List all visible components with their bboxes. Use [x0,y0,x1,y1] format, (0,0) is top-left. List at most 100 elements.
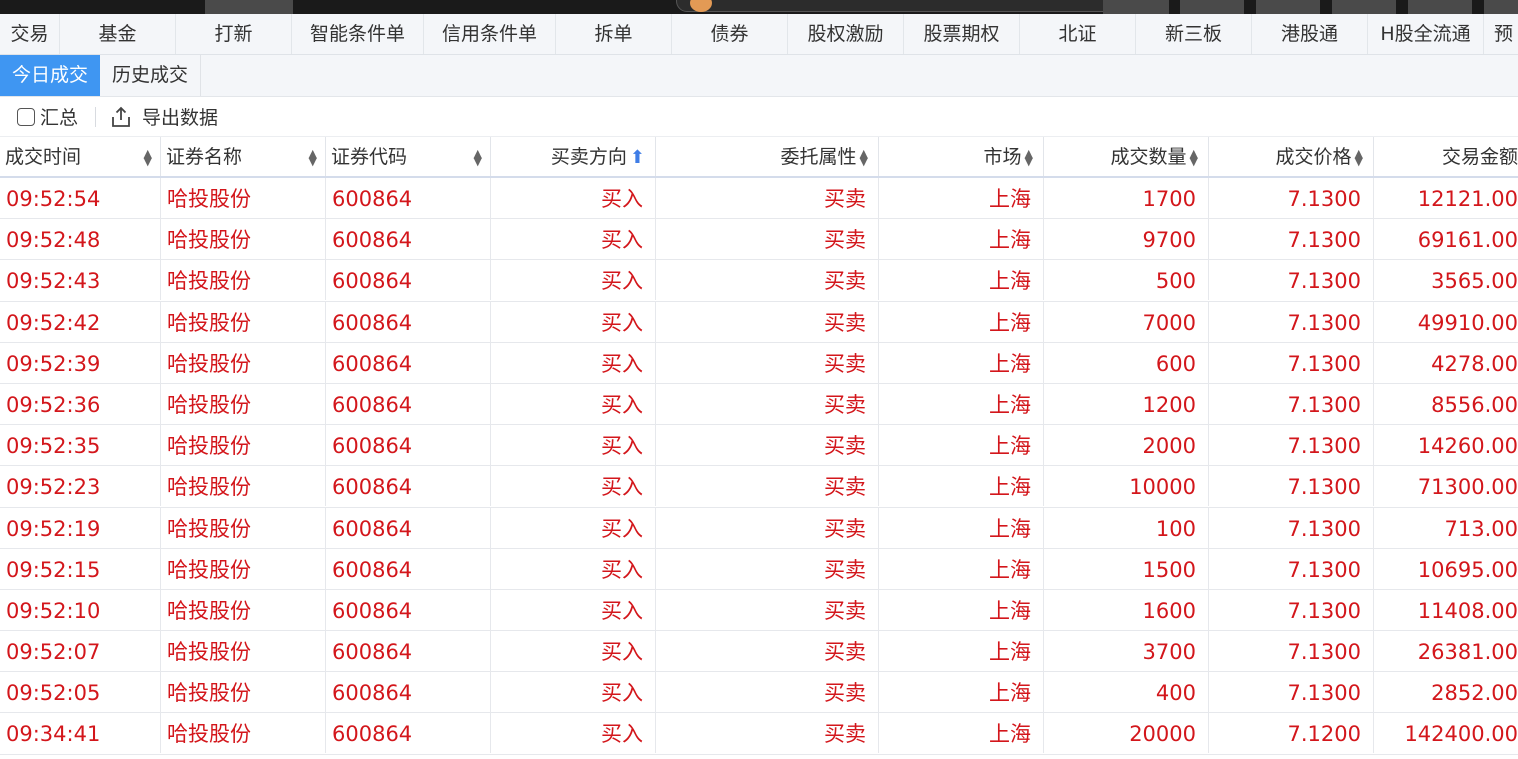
nav-item[interactable]: 智能条件单 [292,14,424,54]
nav-item[interactable]: 基金 [60,14,176,54]
col-header-trade-time[interactable]: 成交时间 ▲ ▼ [0,137,161,176]
cell-market: 上海 [879,589,1044,630]
top-strip-button [1332,0,1396,14]
tab-history-trades[interactable]: 历史成交 [100,55,202,96]
col-header-market[interactable]: 市场 ▲ ▼ [879,137,1044,176]
nav-item[interactable]: 拆单 [556,14,672,54]
cell-price: 7.1300 [1209,672,1374,713]
cell-trade-time: 09:52:36 [0,383,161,424]
nav-item[interactable]: H股全流通 [1368,14,1484,54]
cell-quantity: 1500 [1044,548,1209,589]
cell-trade-time: 09:52:35 [0,425,161,466]
table-row[interactable]: 09:52:19 哈投股份 600864 买入 买卖 上海 100 7.1300 713.00 [0,507,1518,549]
col-header-order-attr[interactable]: 委托属性 ▲ ▼ [656,137,879,176]
header-label: 成交时间 [5,146,82,168]
table-row[interactable]: 09:52:48 哈投股份 600864 买入 买卖 上海 9700 7.1300 69161.… [0,219,1518,261]
cell-price: 7.1300 [1209,383,1374,424]
top-window-strip [0,0,1518,14]
cell-security-name: 哈投股份 [161,425,326,466]
cell-trade-time: 09:52:48 [0,219,161,260]
cell-price: 7.1200 [1209,713,1374,754]
col-header-security-name[interactable]: 证券名称 ▲ ▼ [161,137,326,176]
table-row[interactable]: 09:52:10 哈投股份 600864 买入 买卖 上海 1600 7.1300 11408.… [0,589,1518,632]
top-strip-search-pill [676,0,1116,12]
cell-price: 7.1300 [1209,342,1374,383]
nav-item[interactable]: 股票期权 [904,14,1020,54]
nav-item[interactable]: 股权激励 [788,14,904,54]
cell-order-attr: 买卖 [656,631,879,672]
col-header-quantity[interactable]: 成交数量 ▲ ▼ [1044,137,1209,176]
cell-trade-time: 09:52:43 [0,260,161,301]
nav-item[interactable]: 交易 [0,14,60,54]
cell-quantity: 3700 [1044,631,1209,672]
cell-order-attr: 买卖 [656,466,879,507]
cell-order-attr: 买卖 [656,672,879,713]
cell-order-attr: 买卖 [656,383,879,424]
cell-market: 上海 [879,178,1044,218]
header-label: 交易金额 [1441,146,1518,168]
cell-amount: 10695.00 [1417,557,1518,582]
cell-direction: 买入 [491,548,656,589]
table-row[interactable]: 09:52:07 哈投股份 600864 买入 买卖 上海 3700 7.1300 26381.… [0,631,1518,673]
cell-amount: 713.00 [1444,516,1518,541]
cell-security-code: 600864 [326,219,491,260]
cell-trade-time: 09:52:54 [0,178,161,218]
cell-security-name: 哈投股份 [161,260,326,301]
sort-asc-icon: ⬆ [629,147,645,168]
cell-security-code: 600864 [326,425,491,466]
table-row[interactable]: 09:52:42 哈投股份 600864 买入 买卖 上海 7000 7.1300 49910.… [0,301,1518,343]
header-label: 市场 [983,146,1022,168]
cell-amount: 8556.00 [1431,392,1518,417]
nav-item[interactable]: 预 [1484,14,1518,54]
cell-amount: 71300.00 [1417,475,1518,500]
summary-toggle[interactable]: 汇总 [0,103,78,130]
sort-icon: ▲ ▼ [308,147,317,168]
tab-today-trades[interactable]: 今日成交 [0,55,101,96]
col-header-price[interactable]: 成交价格 ▲ ▼ [1209,137,1374,176]
table-row[interactable]: 09:34:41 哈投股份 600864 买入 买卖 上海 20000 7.1200 14240… [0,713,1518,755]
table-row[interactable]: 09:52:15 哈投股份 600864 买入 买卖 上海 1500 7.1300 10695.… [0,548,1518,590]
nav-item[interactable]: 北证 [1020,14,1136,54]
col-header-amount[interactable]: 交易金额 [1374,137,1518,176]
export-icon [112,106,130,127]
table-row[interactable]: 09:52:35 哈投股份 600864 买入 买卖 上海 2000 7.1300 14260.… [0,425,1518,467]
cell-direction: 买入 [491,713,656,754]
cell-direction: 买入 [491,178,656,218]
nav-item[interactable]: 打新 [176,14,292,54]
cell-direction: 买入 [491,383,656,424]
cell-quantity: 1200 [1044,383,1209,424]
cell-order-attr: 买卖 [656,342,879,383]
export-data-button[interactable]: 导出数据 [110,103,218,130]
cell-price: 7.1300 [1209,466,1374,507]
table-row[interactable]: 09:52:43 哈投股份 600864 买入 买卖 上海 500 7.1300 3565.00 [0,260,1518,302]
table-row[interactable]: 09:52:36 哈投股份 600864 买入 买卖 上海 1200 7.1300 8556.0… [0,383,1518,426]
table-row[interactable]: 09:52:39 哈投股份 600864 买入 买卖 上海 600 7.1300 4278.00 [0,342,1518,384]
cell-security-code: 600864 [326,672,491,713]
nav-item[interactable]: 港股通 [1252,14,1368,54]
nav-item[interactable]: 新三板 [1136,14,1252,54]
cell-order-attr: 买卖 [656,301,879,342]
cell-market: 上海 [879,631,1044,672]
cell-security-name: 哈投股份 [161,631,326,672]
cell-security-code: 600864 [326,589,491,630]
table-row[interactable]: 09:52:05 哈投股份 600864 买入 买卖 上海 400 7.1300 2852.00 [0,672,1518,714]
summary-label: 汇总 [40,107,79,129]
table-header-row: 成交时间 ▲ ▼ 证券名称 ▲ ▼ 证券代码 ▲ ▼ 买卖方向 ⬆ 委托属性 ▲ ▼ 市场 ▲ ▼ 成… [0,137,1518,178]
cell-quantity: 100 [1044,507,1209,548]
nav-item[interactable]: 债券 [672,14,788,54]
col-header-security-code[interactable]: 证券代码 ▲ ▼ [326,137,491,176]
cell-market: 上海 [879,507,1044,548]
table-row[interactable]: 09:52:54 哈投股份 600864 买入 买卖 上海 1700 7.1300 12121.… [0,178,1518,220]
nav-item[interactable]: 信用条件单 [424,14,556,54]
top-strip-button [1484,0,1518,14]
table-row[interactable]: 09:52:23 哈投股份 600864 买入 买卖 上海 10000 7.1300 71300… [0,466,1518,508]
summary-checkbox[interactable] [17,107,35,126]
cell-order-attr: 买卖 [656,219,879,260]
cell-direction: 买入 [491,260,656,301]
cell-order-attr: 买卖 [656,260,879,301]
top-strip-button [1180,0,1244,14]
cell-direction: 买入 [491,219,656,260]
cell-order-attr: 买卖 [656,589,879,630]
col-header-direction[interactable]: 买卖方向 ⬆ [491,137,656,176]
cell-price: 7.1300 [1209,219,1374,260]
